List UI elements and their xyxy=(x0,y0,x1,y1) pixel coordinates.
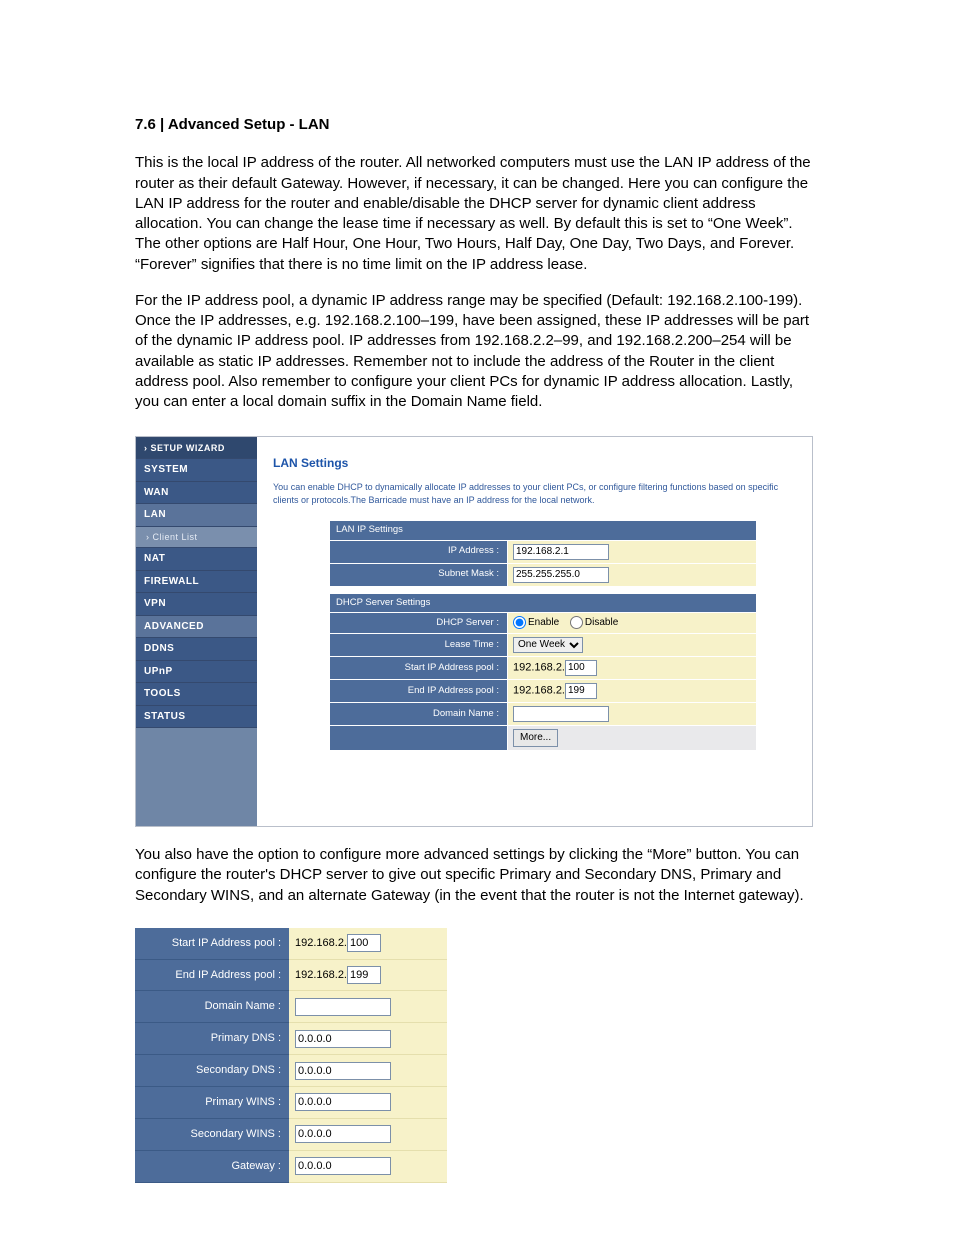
nav-status[interactable]: STATUS xyxy=(136,706,257,729)
label-primary-wins: Primary WINS : xyxy=(135,1087,289,1119)
label-end-pool-2: End IP Address pool : xyxy=(135,960,289,992)
lease-time-select[interactable]: One Week xyxy=(513,637,583,653)
label-start-pool-2: Start IP Address pool : xyxy=(135,928,289,960)
label-more xyxy=(330,726,507,750)
nav-lan[interactable]: LAN xyxy=(136,504,257,527)
secondary-wins-input[interactable] xyxy=(295,1125,391,1143)
nav-client-list[interactable]: › Client List xyxy=(136,527,257,548)
nav-advanced[interactable]: ADVANCED xyxy=(136,616,257,639)
paragraph-3: You also have the option to configure mo… xyxy=(135,845,819,906)
label-gateway: Gateway : xyxy=(135,1151,289,1183)
nav-system[interactable]: SYSTEM xyxy=(136,459,257,482)
end-pool-input-2[interactable] xyxy=(347,966,381,984)
start-pool-prefix: 192.168.2. xyxy=(513,661,565,673)
paragraph-1: This is the local IP address of the rout… xyxy=(135,153,819,275)
section-lan-ip: LAN IP Settings xyxy=(330,521,756,540)
nav-wan[interactable]: WAN xyxy=(136,482,257,505)
nav-tools[interactable]: TOOLS xyxy=(136,683,257,706)
dhcp-disable-label: Disable xyxy=(585,617,618,628)
label-end-pool: End IP Address pool : xyxy=(330,680,507,702)
secondary-dns-input[interactable] xyxy=(295,1062,391,1080)
nav-nat[interactable]: NAT xyxy=(136,548,257,571)
dhcp-disable-radio[interactable] xyxy=(570,616,583,629)
nav-firewall[interactable]: FIREWALL xyxy=(136,571,257,594)
primary-dns-input[interactable] xyxy=(295,1030,391,1048)
end-pool-input[interactable] xyxy=(565,683,597,699)
start-pool-input[interactable] xyxy=(565,660,597,676)
start-pool-input-2[interactable] xyxy=(347,934,381,952)
label-start-pool: Start IP Address pool : xyxy=(330,657,507,679)
paragraph-2: For the IP address pool, a dynamic IP ad… xyxy=(135,291,819,413)
nav-upnp[interactable]: UPnP xyxy=(136,661,257,684)
sidebar: ›SETUP WIZARD SYSTEM WAN LAN › Client Li… xyxy=(136,437,257,826)
domain-name-input-2[interactable] xyxy=(295,998,391,1016)
label-secondary-dns: Secondary DNS : xyxy=(135,1055,289,1087)
label-subnet-mask: Subnet Mask : xyxy=(330,564,507,586)
label-primary-dns: Primary DNS : xyxy=(135,1023,289,1055)
chevron-right-icon: › xyxy=(144,443,148,453)
nav-setup-wizard[interactable]: ›SETUP WIZARD xyxy=(136,437,257,459)
section-heading: 7.6 | Advanced Setup - LAN xyxy=(135,115,819,135)
gateway-input[interactable] xyxy=(295,1157,391,1175)
label-secondary-wins: Secondary WINS : xyxy=(135,1119,289,1151)
dhcp-enable-radio[interactable] xyxy=(513,616,526,629)
page-description: You can enable DHCP to dynamically alloc… xyxy=(273,481,810,505)
label-domain-name: Domain Name : xyxy=(330,703,507,725)
nav-ddns[interactable]: DDNS xyxy=(136,638,257,661)
domain-name-input[interactable] xyxy=(513,706,609,722)
label-domain-name-2: Domain Name : xyxy=(135,991,289,1023)
nav-vpn[interactable]: VPN xyxy=(136,593,257,616)
end-pool-prefix: 192.168.2. xyxy=(513,684,565,696)
primary-wins-input[interactable] xyxy=(295,1093,391,1111)
router-ui-screenshot: ›SETUP WIZARD SYSTEM WAN LAN › Client Li… xyxy=(135,436,813,827)
start-pool-prefix-2: 192.168.2. xyxy=(295,937,347,949)
expanded-settings-table: Start IP Address pool : 192.168.2. End I… xyxy=(135,928,447,1183)
dhcp-enable-label: Enable xyxy=(528,617,559,628)
label-ip-address: IP Address : xyxy=(330,541,507,563)
content-pane: LAN Settings You can enable DHCP to dyna… xyxy=(257,437,810,763)
nav-filler xyxy=(136,728,257,826)
settings-table: LAN IP Settings IP Address : Subnet Mask… xyxy=(329,520,757,751)
label-dhcp-server: DHCP Server : xyxy=(330,613,507,633)
end-pool-prefix-2: 192.168.2. xyxy=(295,969,347,981)
subnet-mask-input[interactable] xyxy=(513,567,609,583)
ip-address-input[interactable] xyxy=(513,544,609,560)
more-button[interactable]: More... xyxy=(513,729,558,747)
label-lease-time: Lease Time : xyxy=(330,634,507,656)
section-dhcp: DHCP Server Settings xyxy=(330,594,756,613)
page-title: LAN Settings xyxy=(273,455,810,471)
